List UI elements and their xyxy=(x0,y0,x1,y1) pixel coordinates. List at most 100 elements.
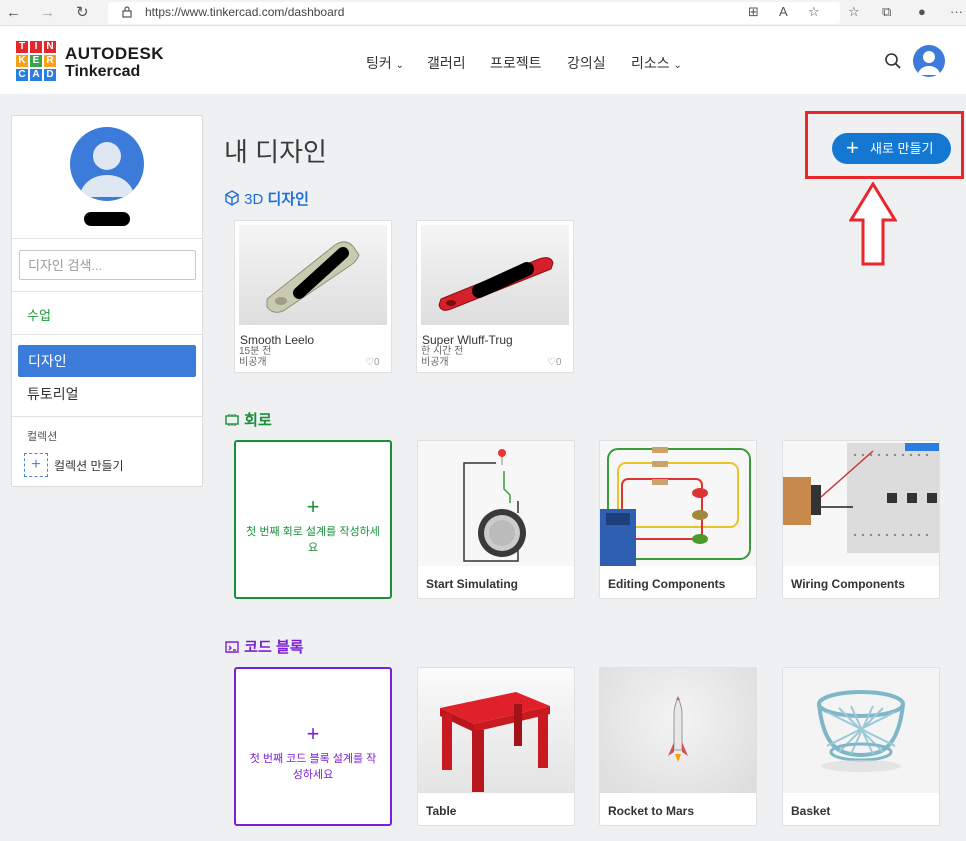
brand-autodesk: AUTODESK xyxy=(65,44,165,63)
browser-menu-icon[interactable]: ··· xyxy=(950,4,963,20)
example-title: Rocket to Mars xyxy=(608,804,695,818)
section-3d-label: 디자인 xyxy=(267,191,309,208)
section-3d-prefix: 3D xyxy=(244,191,264,208)
profile-icon[interactable]: ● xyxy=(918,4,926,20)
design-thumbnail xyxy=(421,225,569,325)
sidebar-item-classes[interactable]: 수업 xyxy=(27,305,51,324)
profile-avatar[interactable] xyxy=(70,127,144,201)
example-title: Basket xyxy=(791,804,831,818)
code-blocks-icon xyxy=(225,641,239,653)
forward-arrow-icon[interactable]: → xyxy=(40,3,55,23)
read-aloud-icon[interactable]: A xyxy=(779,4,788,20)
logo-letter: E xyxy=(30,55,42,67)
divider xyxy=(12,291,202,292)
example-card[interactable]: Table xyxy=(417,667,575,826)
plus-icon: + xyxy=(306,721,320,746)
user-avatar[interactable] xyxy=(913,45,945,77)
collections-icon[interactable]: ⧉ xyxy=(882,4,891,20)
design-thumbnail xyxy=(239,225,387,325)
heart-icon: ♡ xyxy=(547,357,556,368)
example-title: Editing Components xyxy=(608,577,726,591)
add-collection-icon[interactable]: + xyxy=(24,453,48,477)
example-card[interactable]: Editing Components xyxy=(599,440,757,599)
design-likes[interactable]: ♡0 xyxy=(547,358,562,368)
nav-label: 리소스 xyxy=(631,55,670,71)
new-codeblock-card[interactable]: + 첫 번째 코드 블록 설계를 작성하세요 xyxy=(234,667,392,826)
sidebar-item-tutorials[interactable]: 튜토리얼 xyxy=(27,384,79,404)
example-title: Table xyxy=(426,804,457,818)
create-collection-button[interactable]: 컬렉션 만들기 xyxy=(54,457,124,474)
heart-icon: ♡ xyxy=(365,357,374,368)
favorites-icon[interactable]: ☆ xyxy=(848,4,860,20)
search-icon[interactable] xyxy=(884,52,902,70)
example-title: Start Simulating xyxy=(426,577,519,591)
logo-letter: T xyxy=(16,41,28,53)
logo-letter: A xyxy=(30,69,42,81)
nav-classrooms[interactable]: 강의실 xyxy=(567,53,606,73)
divider xyxy=(12,334,202,335)
site-header: T I N K E R C A D AUTODESK Tinkercad 팅커 … xyxy=(0,26,966,94)
section-3d-designs: 3D 디자인 xyxy=(224,188,309,209)
sidebar-item-designs[interactable]: 디자인 xyxy=(18,345,196,377)
favorite-add-icon[interactable]: ☆ xyxy=(808,4,820,20)
cube-icon xyxy=(225,190,239,206)
example-thumbnail xyxy=(600,441,756,566)
design-time: 15분 전 xyxy=(239,346,272,357)
red-up-arrow xyxy=(849,182,897,266)
back-arrow-icon[interactable]: ← xyxy=(6,3,21,23)
reload-icon[interactable]: ↻ xyxy=(76,3,89,23)
example-thumbnail xyxy=(783,441,939,566)
logo-letter: R xyxy=(44,55,56,67)
browser-toolbar: ← → ↻ https://www.tinkercad.com/dashboar… xyxy=(0,0,966,26)
chevron-down-icon: ⌄ xyxy=(673,60,682,71)
create-new-button[interactable]: + 새로 만들기 xyxy=(832,133,951,164)
design-name: Super Wluff-Trug xyxy=(422,333,513,347)
divider xyxy=(12,416,202,417)
collections-label: 컬렉션 xyxy=(27,431,58,443)
example-thumbnail xyxy=(783,668,939,793)
design-time: 한 시간 전 xyxy=(421,346,464,357)
design-card[interactable]: Smooth Leelo 15분 전 비공개 ♡0 xyxy=(234,220,392,373)
logo-letter: N xyxy=(44,41,56,53)
lock-icon xyxy=(122,6,132,18)
example-card[interactable]: Basket xyxy=(782,667,940,826)
example-title: Wiring Components xyxy=(791,577,905,591)
logo-letter: K xyxy=(16,55,28,67)
nav-projects[interactable]: 프로젝트 xyxy=(490,53,542,73)
nav-gallery[interactable]: 갤러리 xyxy=(427,53,466,73)
new-circuit-text: 첫 번째 회로 설계를 작성하세요 xyxy=(246,526,380,554)
section-circuits: 회로 xyxy=(224,409,272,430)
url-text: https://www.tinkercad.com/dashboard xyxy=(145,5,345,19)
likes-count: 0 xyxy=(373,357,380,368)
redacted-username xyxy=(84,212,130,226)
nav-resources[interactable]: 리소스 ⌄ xyxy=(631,53,682,73)
profile-sidebar: 수업 디자인 튜토리얼 컬렉션 + 컬렉션 만들기 xyxy=(11,115,203,487)
page-title: 내 디자인 xyxy=(224,137,327,167)
example-card[interactable]: Wiring Components xyxy=(782,440,940,599)
logo-letter: D xyxy=(44,69,56,81)
example-thumbnail xyxy=(418,668,574,793)
design-search-input[interactable] xyxy=(19,250,196,280)
design-likes[interactable]: ♡0 xyxy=(365,358,380,368)
section-codeblocks: 코드 블록 xyxy=(224,636,304,657)
divider xyxy=(12,238,202,239)
example-card[interactable]: Rocket to Mars xyxy=(599,667,757,826)
design-name: Smooth Leelo xyxy=(240,333,315,347)
chip-icon xyxy=(225,414,239,426)
new-circuit-card[interactable]: + 첫 번째 회로 설계를 작성하세요 xyxy=(234,440,392,599)
section-circuits-label: 회로 xyxy=(244,412,272,429)
plus-icon: + xyxy=(846,135,859,160)
address-bar[interactable]: https://www.tinkercad.com/dashboard xyxy=(108,2,840,24)
split-screen-icon[interactable]: ⊞ xyxy=(748,4,759,20)
likes-count: 0 xyxy=(555,357,562,368)
plus-icon: + xyxy=(306,494,320,519)
section-codeblocks-label: 코드 블록 xyxy=(244,639,304,656)
chevron-down-icon: ⌄ xyxy=(395,60,405,71)
nav-tinker[interactable]: 팅커 ⌄ xyxy=(366,53,404,73)
design-card[interactable]: Super Wluff-Trug 한 시간 전 비공개 ♡0 xyxy=(416,220,574,373)
logo-letter: C xyxy=(16,69,28,81)
tinkercad-logo[interactable]: T I N K E R C A D xyxy=(16,41,56,81)
example-card[interactable]: Start Simulating xyxy=(417,440,575,599)
new-codeblock-text: 첫 번째 코드 블록 설계를 작성하세요 xyxy=(249,753,377,781)
logo-letter: I xyxy=(30,41,42,53)
